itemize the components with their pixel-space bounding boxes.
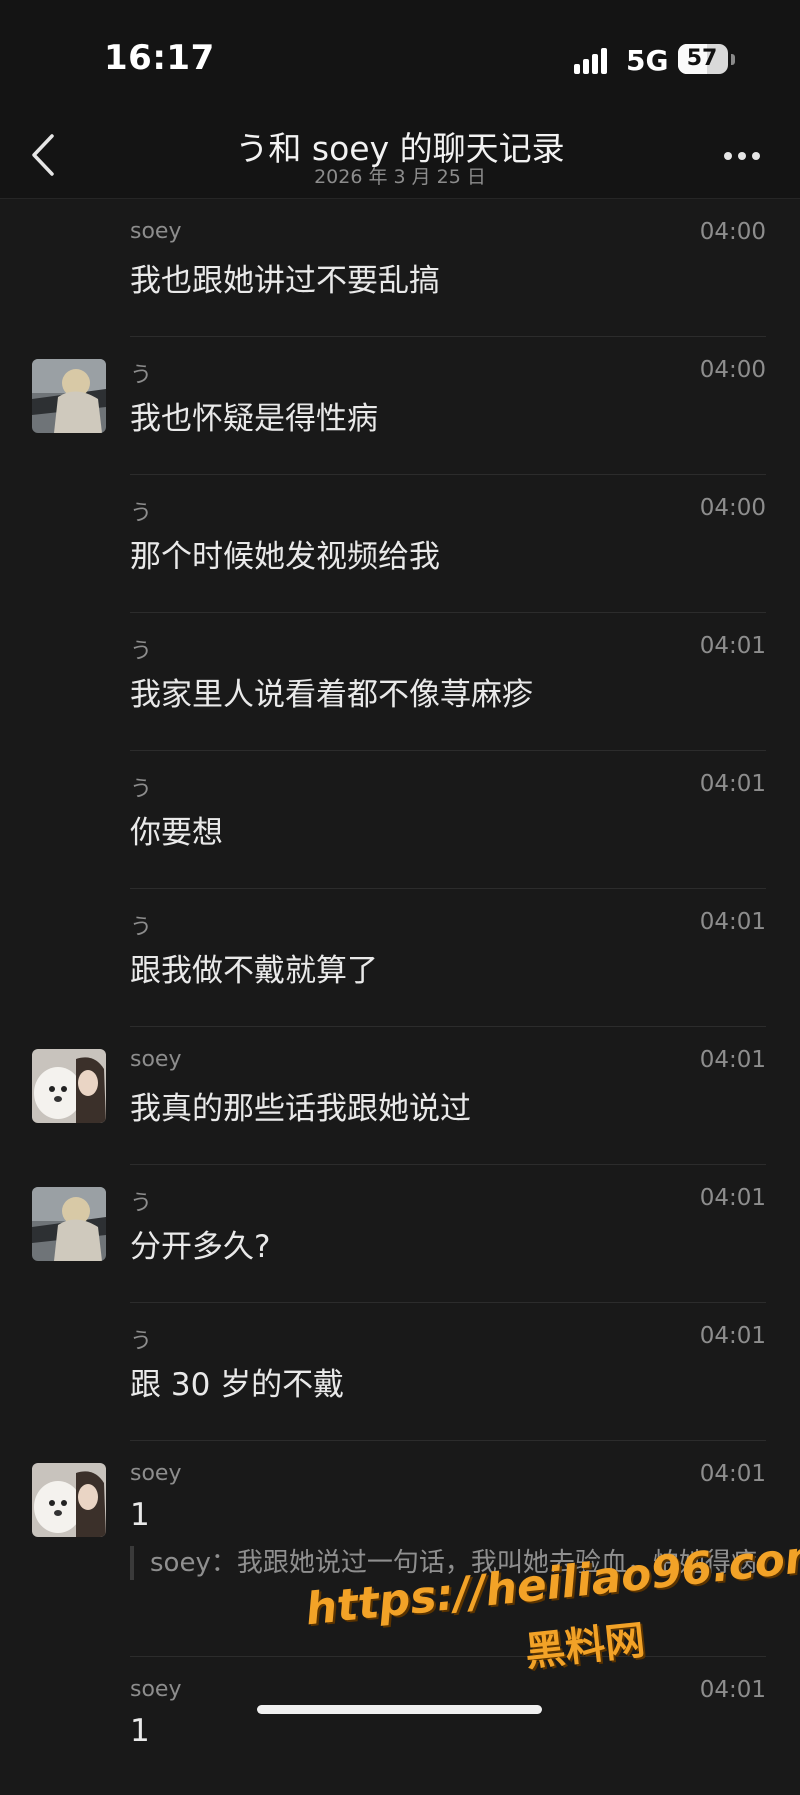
message-item[interactable]: う 04:00 那个时候她发视频给我 — [0, 475, 800, 613]
message-text: 1 — [130, 1713, 150, 1749]
message-text: 1 — [130, 1497, 150, 1533]
message-sender: う — [130, 501, 153, 526]
message-time: 04:01 — [699, 771, 766, 797]
battery-tip — [731, 54, 735, 65]
message-item[interactable]: soey 04:01 1 — [0, 1657, 800, 1795]
battery-level: 57 — [686, 46, 718, 71]
message-text: 分开多久? — [130, 1229, 271, 1265]
message-time: 04:01 — [699, 633, 766, 659]
avatar-u[interactable] — [32, 1187, 106, 1261]
avatar-soey[interactable] — [32, 1049, 106, 1123]
message-text: 我真的那些话我跟她说过 — [130, 1091, 471, 1127]
message-sender: soey — [130, 1047, 182, 1072]
message-sender: う — [130, 639, 153, 664]
message-item[interactable]: う 04:01 我家里人说看着都不像荨麻疹 — [0, 613, 800, 751]
message-time: 04:01 — [699, 1323, 766, 1349]
message-time: 04:00 — [699, 219, 766, 245]
message-item[interactable]: う 04:01 跟我做不戴就算了 — [0, 889, 800, 1027]
chevron-left-icon — [32, 134, 54, 176]
message-time: 04:00 — [699, 495, 766, 521]
message-sender: soey — [130, 1461, 182, 1486]
status-bar: 16:17 5G 57 — [0, 0, 800, 110]
message-item[interactable]: う 04:01 跟 30 岁的不戴 — [0, 1303, 800, 1441]
avatar-u[interactable] — [32, 359, 106, 433]
message-item[interactable]: う 04:00 我也怀疑是得性病 — [0, 337, 800, 475]
message-time: 04:01 — [699, 1461, 766, 1487]
network-type: 5G — [626, 44, 669, 77]
more-button[interactable] — [718, 140, 766, 170]
home-indicator[interactable] — [257, 1705, 542, 1714]
nav-bar: う和 soey 的聊天记录 2026 年 3 月 25 日 — [0, 110, 800, 199]
signal-icon — [574, 46, 614, 74]
message-time: 04:01 — [699, 1185, 766, 1211]
message-sender: う — [130, 363, 153, 388]
message-text: 跟我做不戴就算了 — [130, 953, 378, 989]
message-sender: う — [130, 915, 153, 940]
message-sender: う — [130, 1329, 153, 1354]
message-text: 我家里人说看着都不像荨麻疹 — [130, 677, 533, 713]
message-text: 你要想 — [130, 815, 223, 851]
page-subtitle-date: 2026 年 3 月 25 日 — [314, 166, 486, 188]
message-text: 跟 30 岁的不戴 — [130, 1367, 345, 1403]
message-item[interactable]: soey 04:00 我也跟她讲过不要乱搞 — [0, 199, 800, 337]
back-button[interactable] — [24, 130, 68, 180]
message-item[interactable]: う 04:01 你要想 — [0, 751, 800, 889]
message-time: 04:01 — [699, 1677, 766, 1703]
message-time: 04:00 — [699, 357, 766, 383]
message-text: 我也跟她讲过不要乱搞 — [130, 263, 440, 299]
message-text: 那个时候她发视频给我 — [130, 539, 440, 575]
message-sender: う — [130, 777, 153, 802]
message-sender: soey — [130, 219, 182, 244]
avatar-soey[interactable] — [32, 1463, 106, 1537]
battery-icon: 57 — [678, 44, 728, 74]
message-text: 我也怀疑是得性病 — [130, 401, 378, 437]
status-time: 16:17 — [104, 38, 215, 78]
message-time: 04:01 — [699, 1047, 766, 1073]
message-item[interactable]: う 04:01 分开多久? — [0, 1165, 800, 1303]
message-item[interactable]: soey 04:01 我真的那些话我跟她说过 — [0, 1027, 800, 1165]
message-time: 04:01 — [699, 909, 766, 935]
message-sender: soey — [130, 1677, 182, 1702]
message-sender: う — [130, 1191, 153, 1216]
